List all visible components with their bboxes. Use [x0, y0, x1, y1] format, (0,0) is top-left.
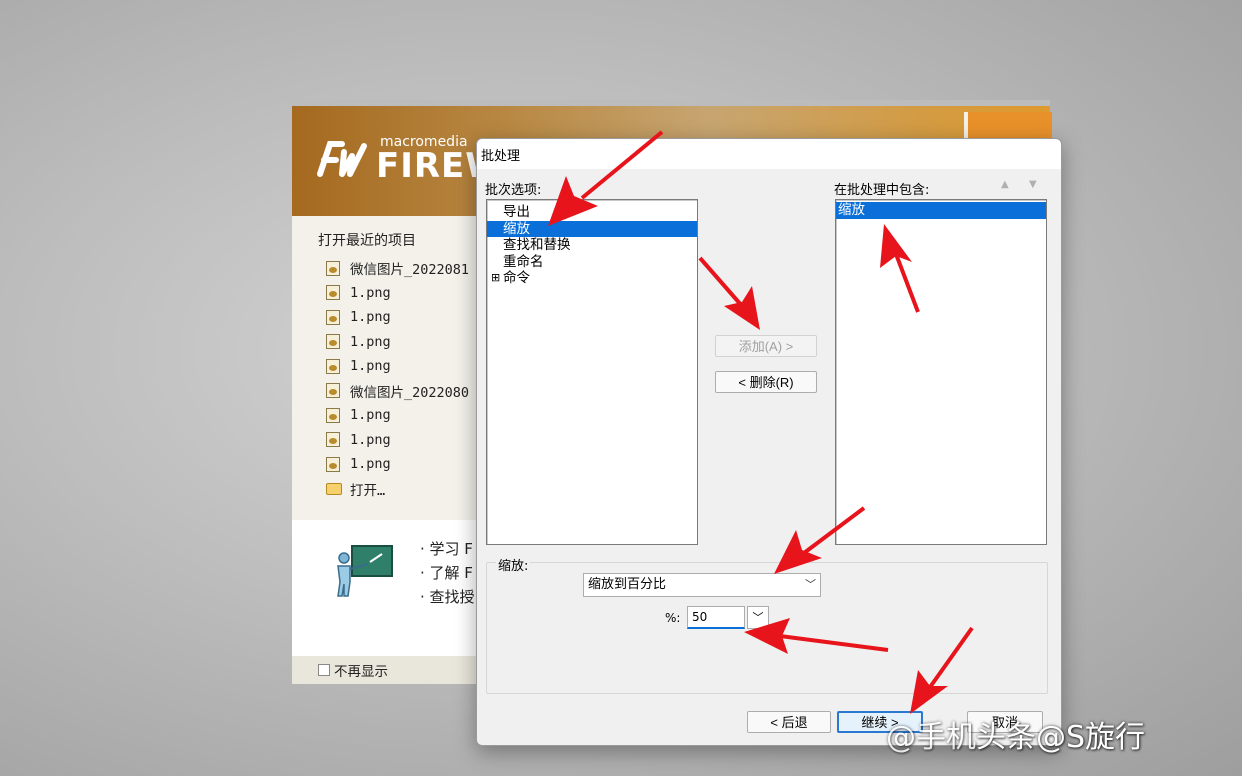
png-file-icon	[326, 383, 340, 399]
learn-link[interactable]: · 学习 F	[420, 538, 475, 562]
recent-item[interactable]: 1.png	[326, 305, 469, 330]
back-button[interactable]: < 后退	[747, 711, 831, 733]
teacher-board-icon	[337, 545, 393, 597]
recent-item[interactable]: 1.png	[326, 330, 469, 355]
option-rename[interactable]: 重命名	[487, 254, 697, 271]
add-button[interactable]: 添加(A) >	[715, 335, 817, 357]
png-file-icon	[326, 285, 340, 301]
png-file-icon	[326, 334, 340, 350]
png-file-icon	[326, 432, 340, 448]
png-file-icon	[326, 358, 340, 374]
included-scale[interactable]: 缩放	[836, 202, 1046, 219]
png-file-icon	[326, 260, 340, 276]
batch-options-list[interactable]: 导出 缩放 查找和替换 重命名 ⊞ 命令	[486, 199, 698, 545]
percent-dropdown-button[interactable]: ﹀	[747, 606, 769, 629]
recent-item[interactable]: 微信图片_2022081	[326, 256, 469, 281]
option-scale[interactable]: 缩放	[487, 220, 697, 237]
recent-item[interactable]: 1.png	[326, 403, 469, 428]
expand-plus-icon[interactable]: ⊞	[491, 270, 500, 287]
dont-show-label: 不再显示	[334, 664, 388, 680]
watermark-text: @手机头条@S旋行	[886, 720, 1146, 755]
percent-input[interactable]: 50	[687, 606, 745, 629]
recent-projects-heading: 打开最近的项目	[318, 233, 416, 249]
recent-item[interactable]: 1.png	[326, 354, 469, 379]
recent-item[interactable]: 1.png	[326, 428, 469, 453]
dialog-title: 批处理	[481, 149, 521, 164]
chevron-down-icon: ﹀	[805, 578, 816, 591]
recent-projects-list: 微信图片_2022081 1.png 1.png 1.png 1.png 微信图…	[326, 256, 469, 501]
option-find-replace[interactable]: 查找和替换	[487, 237, 697, 254]
dialog-titlebar[interactable]: 批处理	[477, 139, 1061, 169]
move-up-icon[interactable]: ▲	[1001, 179, 1009, 190]
batch-options-label: 批次选项:	[485, 183, 542, 198]
recent-item[interactable]: 1.png	[326, 452, 469, 477]
batch-process-dialog: 批处理 批次选项: 导出 缩放 查找和替换 重命名 ⊞ 命令 添加(A) > <…	[476, 138, 1062, 746]
folder-icon	[326, 482, 342, 495]
dont-show-checkbox[interactable]	[318, 664, 330, 676]
percent-label: %:	[665, 611, 681, 625]
scale-mode-select[interactable]: 缩放到百分比 ﹀	[583, 573, 821, 597]
option-export[interactable]: 导出	[487, 204, 697, 221]
recent-item[interactable]: 1.png	[326, 281, 469, 306]
remove-button[interactable]: < 删除(R)	[715, 371, 817, 393]
learn-link[interactable]: · 了解 F	[420, 562, 475, 586]
option-commands[interactable]: ⊞ 命令	[487, 270, 697, 287]
png-file-icon	[326, 456, 340, 472]
fireworks-logo-icon	[317, 141, 367, 177]
chevron-down-icon: ﹀	[752, 611, 764, 624]
open-file-link[interactable]: 打开…	[326, 477, 469, 502]
learn-link[interactable]: · 查找授	[420, 586, 475, 610]
learn-links: · 学习 F · 了解 F · 查找授	[420, 538, 475, 610]
move-down-icon[interactable]: ▼	[1029, 179, 1037, 190]
included-label: 在批处理中包含:	[834, 183, 930, 198]
scale-group-label: 缩放:	[496, 555, 531, 574]
recent-item[interactable]: 微信图片_2022080	[326, 379, 469, 404]
included-list[interactable]: 缩放	[835, 199, 1047, 545]
png-file-icon	[326, 407, 340, 423]
png-file-icon	[326, 309, 340, 325]
